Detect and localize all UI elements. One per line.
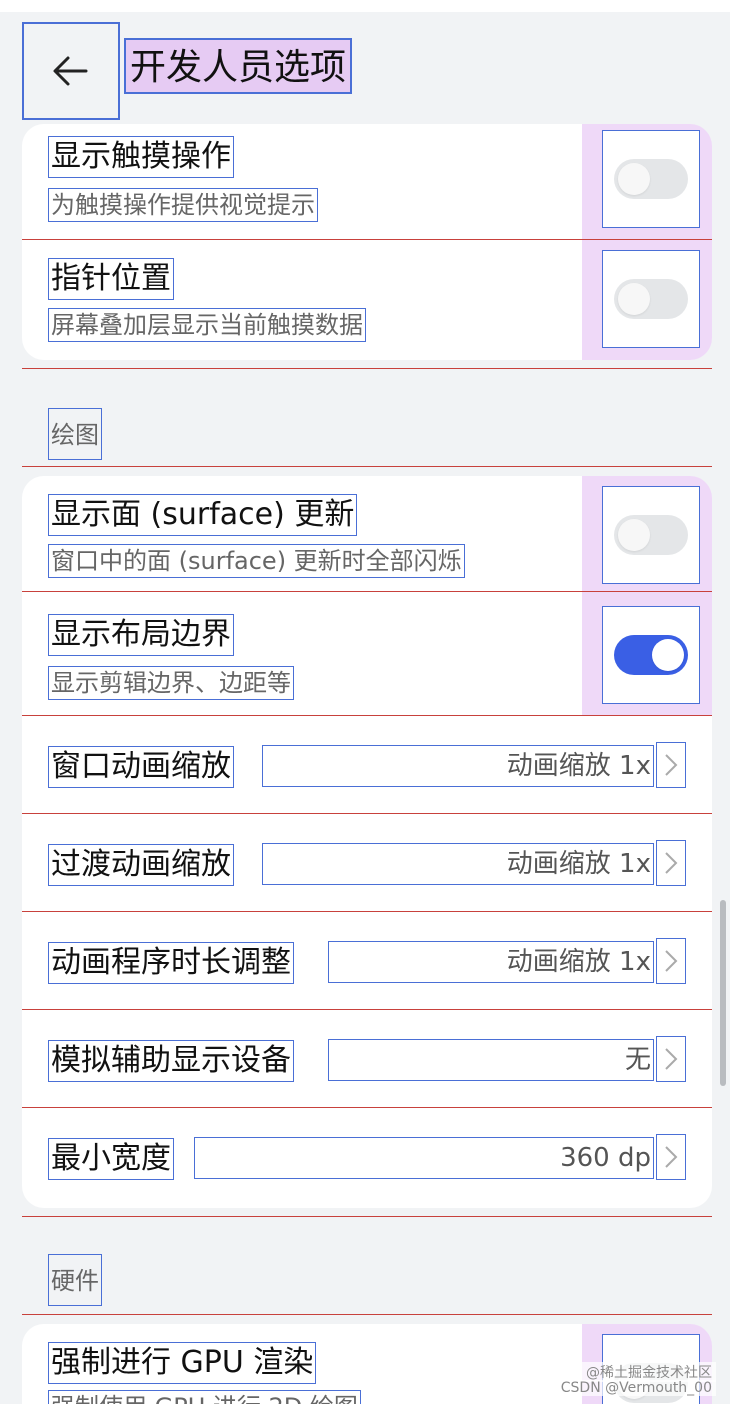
setting-subtitle: 显示剪辑边界、边距等 (48, 666, 294, 700)
app-header: 开发人员选项 (0, 12, 730, 124)
section-header-drawing: 绘图 (48, 408, 102, 460)
source-watermark: CSDN @Vermouth_00 (556, 1380, 716, 1396)
setting-title: 显示布局边界 (48, 614, 234, 656)
arrow-left-icon (53, 56, 88, 86)
setting-row-transition-animation-scale[interactable]: 过渡动画缩放 动画缩放 1x (22, 814, 712, 912)
setting-row-animator-duration-scale[interactable]: 动画程序时长调整 动画缩放 1x (22, 912, 712, 1010)
back-button[interactable] (22, 22, 120, 120)
page-title: 开发人员选项 (124, 38, 353, 94)
setting-value: 无 (328, 1039, 654, 1081)
scrollbar[interactable] (720, 900, 726, 1086)
toggle-track (614, 515, 688, 555)
chevron-right-icon (656, 1134, 686, 1180)
chevron-right-icon (656, 742, 686, 788)
setting-subtitle: 窗口中的面 (surface) 更新时全部闪烁 (48, 544, 465, 578)
toggle-track (614, 279, 688, 319)
setting-value: 360 dp (194, 1137, 654, 1179)
setting-title: 最小宽度 (48, 1138, 174, 1180)
layout-bounds-switch[interactable] (602, 606, 700, 704)
setting-title: 动画程序时长调整 (48, 942, 294, 984)
setting-value: 动画缩放 1x (262, 745, 654, 787)
setting-row-window-animation-scale[interactable]: 窗口动画缩放 动画缩放 1x (22, 716, 712, 814)
setting-title: 指针位置 (48, 258, 174, 300)
setting-title: 模拟辅助显示设备 (48, 1040, 294, 1082)
touch-settings-card: 显示触摸操作 为触摸操作提供视觉提示 指针位置 屏幕叠加层显示当前触摸数据 (22, 124, 712, 360)
setting-row-layout-bounds[interactable]: 显示布局边界 显示剪辑边界、边距等 (22, 592, 712, 716)
chevron-right-icon (656, 840, 686, 886)
setting-title: 显示面 (surface) 更新 (48, 494, 358, 536)
surface-updates-switch[interactable] (602, 486, 700, 584)
chevron-right-icon (656, 938, 686, 984)
chevron-right-icon (656, 1036, 686, 1082)
section-header-hardware: 硬件 (48, 1254, 102, 1306)
setting-subtitle: 屏幕叠加层显示当前触摸数据 (48, 308, 366, 342)
setting-title: 窗口动画缩放 (48, 746, 234, 788)
setting-value: 动画缩放 1x (262, 843, 654, 885)
pointer-location-switch[interactable] (602, 250, 700, 348)
toggle-track (614, 159, 688, 199)
toggle-track (614, 635, 688, 675)
show-touches-switch[interactable] (602, 130, 700, 228)
setting-row-surface-updates[interactable]: 显示面 (surface) 更新 窗口中的面 (surface) 更新时全部闪烁 (22, 476, 712, 592)
setting-title: 显示触摸操作 (48, 136, 234, 178)
setting-row-smallest-width[interactable]: 最小宽度 360 dp (22, 1108, 712, 1208)
setting-title: 过渡动画缩放 (48, 844, 234, 886)
setting-title: 强制进行 GPU 渲染 (48, 1342, 317, 1384)
source-watermark: @稀土掘金技术社区 (582, 1362, 716, 1382)
setting-value: 动画缩放 1x (328, 941, 654, 983)
setting-row-show-touches[interactable]: 显示触摸操作 为触摸操作提供视觉提示 (22, 124, 712, 240)
setting-row-simulate-secondary-display[interactable]: 模拟辅助显示设备 无 (22, 1010, 712, 1108)
setting-subtitle: 为触摸操作提供视觉提示 (48, 188, 318, 222)
setting-row-pointer-location[interactable]: 指针位置 屏幕叠加层显示当前触摸数据 (22, 240, 712, 360)
status-strip (0, 0, 730, 12)
setting-subtitle: 强制使用 GPU 进行 2D 绘图 (48, 1390, 361, 1404)
drawing-settings-card: 显示面 (surface) 更新 窗口中的面 (surface) 更新时全部闪烁… (22, 476, 712, 1208)
